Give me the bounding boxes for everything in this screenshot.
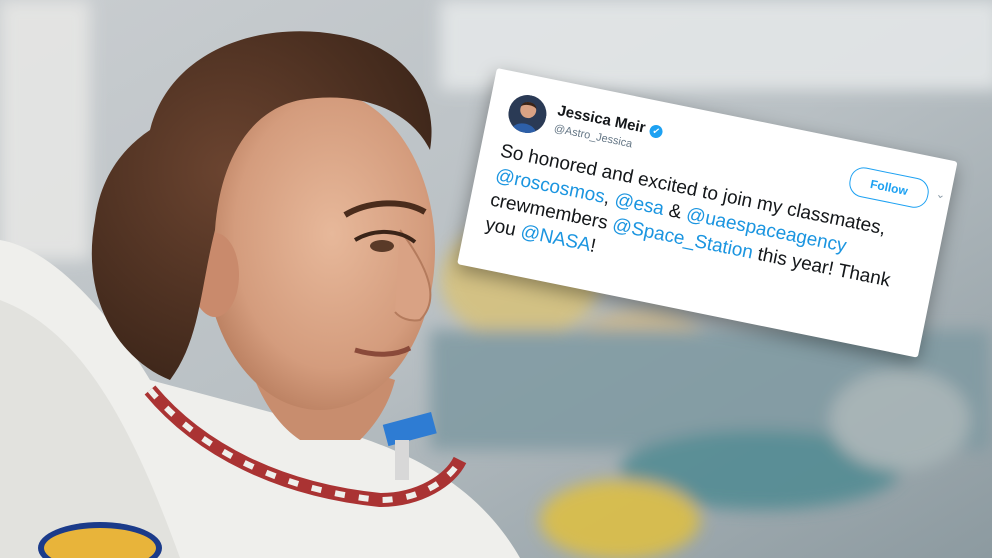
verified-badge-icon: ✓	[648, 123, 664, 140]
avatar[interactable]	[505, 91, 550, 137]
chevron-down-icon[interactable]: ⌄	[934, 188, 948, 202]
follow-button[interactable]: Follow	[846, 164, 932, 211]
